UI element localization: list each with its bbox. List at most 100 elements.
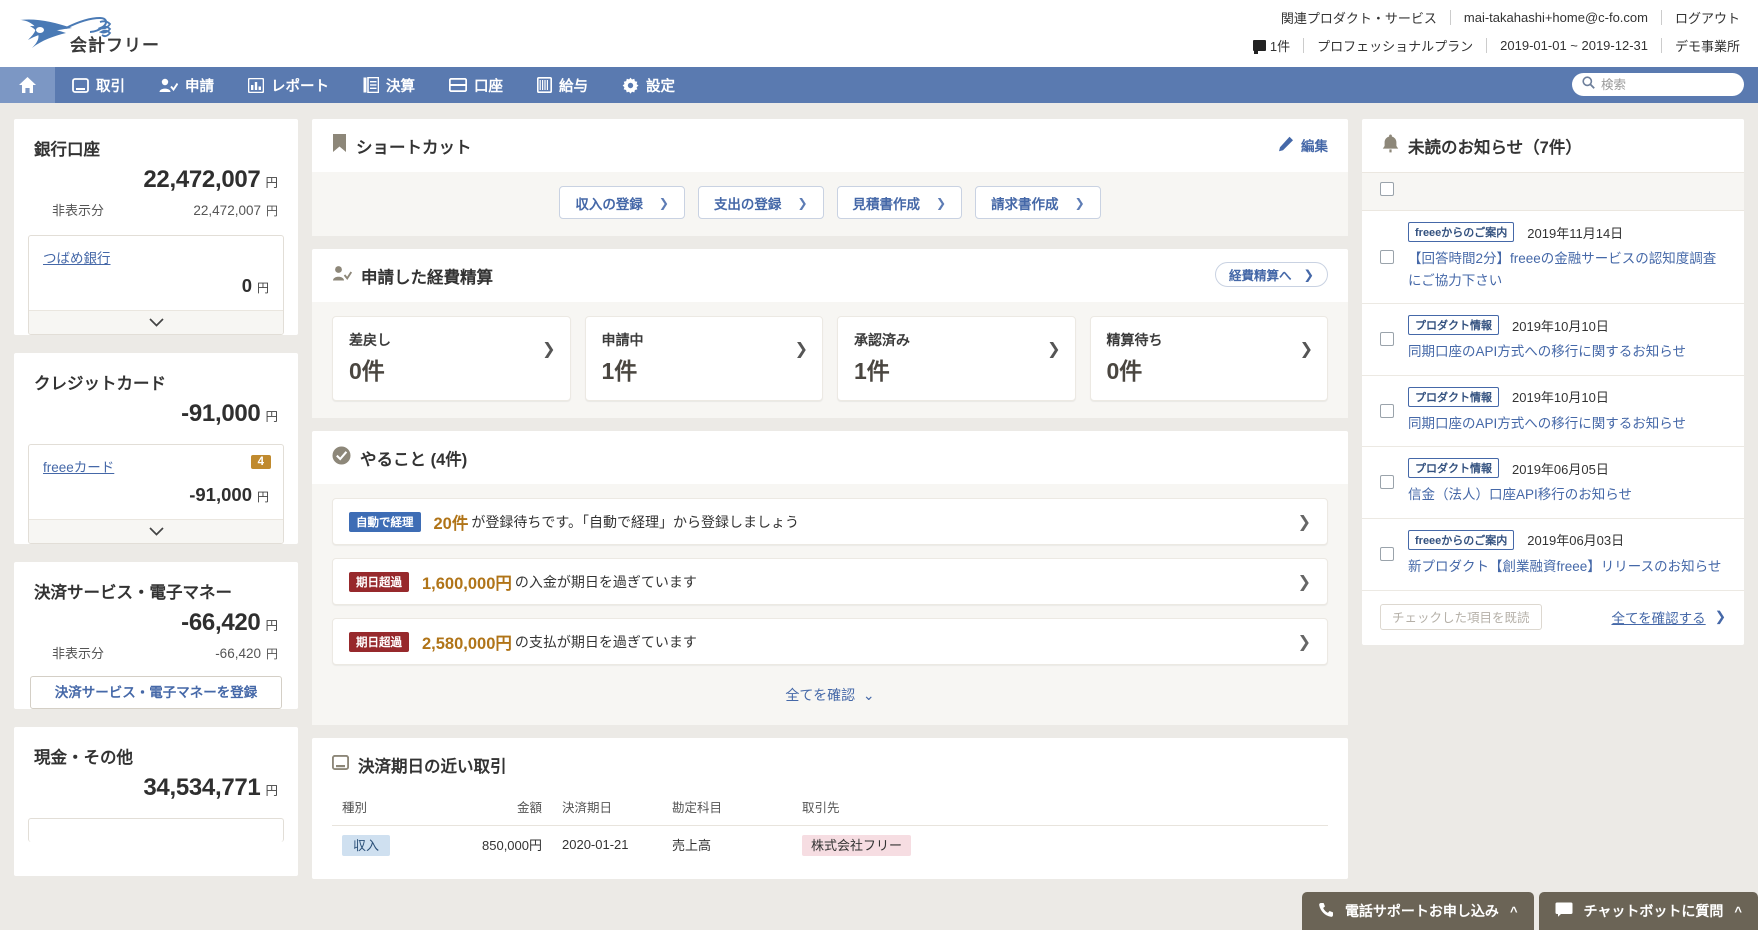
shortcut-button-expense[interactable]: 支出の登録 ❯ [697,186,824,219]
notification-item[interactable]: freeeからのご案内 2019年11月14日 【回答時間2分】freeeの金融… [1362,211,1744,305]
register-emoney-button[interactable]: 決済サービス・電子マネーを登録 [30,676,282,709]
todo-body: 自動で経理 20件 が登録待ちです。「自動で経理」から登録しましょう ❯ 期日超… [312,484,1348,725]
notification-item[interactable]: freeeからのご案内 2019年06月03日 新プロダクト【創業融資freee… [1362,519,1744,591]
notification-title[interactable]: 【回答時間2分】freeeの金融サービスの認知度調査にご協力下さい [1408,248,1728,291]
divider [1660,38,1662,53]
todo-item[interactable]: 期日超過 2,580,000円 の支払が期日を過ぎています ❯ [332,618,1328,665]
related-products-link[interactable]: 関連プロダクト・サービス [1281,8,1437,27]
hidden-label: 非表示分 [52,646,105,661]
phone-icon [1318,902,1334,921]
goto-expenses-button[interactable]: 経費精算へ ❯ [1215,262,1328,287]
expand-accounts-button[interactable] [29,519,283,543]
notification-tag: プロダクト情報 [1408,458,1499,479]
nav-item-payroll[interactable]: 給与 [520,67,605,103]
account-item-box-placeholder [28,818,284,842]
expense-card-label: 承認済み [854,332,910,348]
plan-link[interactable]: プロフェッショナルプラン [1317,36,1473,55]
expense-card-returned[interactable]: 差戻し 0件 ❯ [332,316,571,401]
notification-item[interactable]: プロダクト情報 2019年10月10日 同期口座のAPI方式への移行に関するお知… [1362,304,1744,376]
nav-label: 取引 [96,78,125,95]
nav-item-settings[interactable]: 設定 [605,67,692,103]
phone-support-button[interactable]: 電話サポートお申し込み ^ [1301,892,1534,930]
expense-card-count: 1件 [601,358,638,384]
notification-item[interactable]: プロダクト情報 2019年06月05日 信金（法人）口座API移行のお知らせ [1362,447,1744,519]
notification-title[interactable]: 同期口座のAPI方式への移行に関するお知らせ [1408,341,1728,363]
notification-meta: プロダクト情報 2019年06月05日 [1408,458,1728,479]
shortcut-button-invoice[interactable]: 請求書作成 ❯ [975,186,1101,219]
notification-checkbox[interactable] [1380,546,1394,561]
chevron-down-icon [148,523,164,541]
notification-body: プロダクト情報 2019年06月05日 信金（法人）口座API移行のお知らせ [1408,458,1728,506]
main-navigation: 取引 申請 レポート 決算 口座 給与 設定 [0,67,1758,103]
todo-section: やること (4件) 自動で経理 20件 が登録待ちです。「自動で経理」から登録し… [312,431,1348,725]
notification-checkbox[interactable] [1380,331,1394,346]
notification-checkbox[interactable] [1380,403,1394,418]
account-item-link[interactable]: つばめ銀行 [43,251,111,266]
top-header: 会計フリー 関連プロダクト・サービス mai-takahashi+home@c-… [0,0,1758,67]
notification-title[interactable]: 信金（法人）口座API移行のお知らせ [1408,484,1728,506]
notification-meta: プロダクト情報 2019年10月10日 [1408,386,1728,407]
notification-checkbox[interactable] [1380,249,1394,264]
account-total: -66,420 円 [14,603,298,637]
notification-body: プロダクト情報 2019年10月10日 同期口座のAPI方式への移行に関するお知… [1408,386,1728,435]
notice-count-badge[interactable]: 1件 [1252,36,1290,55]
select-all-checkbox[interactable] [1380,182,1394,196]
edit-shortcuts-button[interactable]: 編集 [1278,135,1328,155]
expense-card-label: 申請中 [601,332,644,348]
freee-logo[interactable]: 会計フリー [14,6,160,58]
search-box[interactable] [1572,73,1744,96]
divider [1660,10,1662,25]
confirm-all-label: 全てを確認する [1611,610,1706,626]
notifications-card: 未読のお知らせ（7件） freeeからのご案内 2019年11月14日 【回答時… [1362,119,1744,645]
transaction-icon [72,77,89,93]
office-name-link[interactable]: デモ事業所 [1675,36,1740,55]
nav-item-applications[interactable]: 申請 [142,67,231,103]
yen-unit: 円 [265,619,278,633]
section-title: ショートカット [356,139,472,157]
table-row[interactable]: 収入 850,000円 2020-01-21 売上高 株式会社フリー [332,826,1328,864]
account-hidden-row: 非表示分 22,472,007 円 [14,194,298,219]
notification-date: 2019年06月05日 [1512,461,1609,477]
chevron-up-icon: ^ [1509,903,1518,919]
nav-item-accounts[interactable]: 口座 [432,67,520,103]
notification-tag: プロダクト情報 [1408,315,1499,336]
account-item-amount: -91,000 円 [43,484,269,506]
table-header-row: 種別 金額 決済期日 勘定科目 取引先 [332,791,1328,826]
account-total-value: 22,472,007 [143,166,261,193]
logout-link[interactable]: ログアウト [1675,8,1740,27]
section-title: 申請した経費精算 [361,269,493,287]
shortcut-label: 支出の登録 [713,196,782,212]
notification-checkbox[interactable] [1380,475,1394,490]
account-total-value: 34,534,771 [143,774,261,801]
expense-cards-row: 差戻し 0件 ❯ 申請中 1件 ❯ 承認済み 1件 ❯ 精算待ち 0件 ❯ [332,316,1328,401]
expense-card-approved[interactable]: 承認済み 1件 ❯ [837,316,1076,401]
transactions-table: 種別 金額 決済期日 勘定科目 取引先 収入 850,000円 2020-01-… [332,791,1328,863]
edit-label: 編集 [1301,139,1328,154]
chatbot-button[interactable]: チャットボットに質問 ^ [1538,892,1758,930]
todo-show-all-button[interactable]: 全てを確認 ⌄ [332,678,1328,708]
nav-item-reports[interactable]: レポート [231,67,346,103]
notification-title[interactable]: 新プロダクト【創業融資freee】リリースのお知らせ [1408,556,1728,578]
nav-item-home[interactable] [0,67,55,103]
nav-item-transactions[interactable]: 取引 [55,67,142,103]
account-email-link[interactable]: mai-takahashi+home@c-fo.com [1464,10,1648,25]
notification-title[interactable]: 同期口座のAPI方式への移行に関するお知らせ [1408,413,1728,435]
shortcut-button-income[interactable]: 収入の登録 ❯ [559,186,685,219]
todo-tag: 自動で経理 [349,511,421,532]
mark-checked-read-button[interactable]: チェックした項目を既読 [1380,603,1542,630]
todo-item[interactable]: 期日超過 1,600,000円 の入金が期日を過ぎています ❯ [332,558,1328,605]
nav-item-settlement[interactable]: 決算 [346,67,432,103]
confirm-all-link[interactable]: 全てを確認する ❯ [1611,607,1726,627]
notification-item[interactable]: プロダクト情報 2019年10月10日 同期口座のAPI方式への移行に関するお知… [1362,376,1744,448]
chevron-up-icon: ^ [1734,903,1742,919]
todo-item[interactable]: 自動で経理 20件 が登録待ちです。「自動で経理」から登録しましょう ❯ [332,498,1328,545]
account-item-link[interactable]: freeeカード [43,460,114,475]
expand-accounts-button[interactable] [29,310,283,334]
expense-card-applying[interactable]: 申請中 1件 ❯ [584,316,823,401]
notifications-header: 未読のお知らせ（7件） [1362,119,1744,172]
shortcut-button-quote[interactable]: 見積書作成 ❯ [836,186,963,219]
search-input[interactable] [1601,77,1734,92]
expense-card-pending[interactable]: 精算待ち 0件 ❯ [1089,316,1328,401]
column-header-amount: 金額 [442,791,552,826]
fiscal-period-link[interactable]: 2019-01-01 ~ 2019-12-31 [1500,38,1648,53]
